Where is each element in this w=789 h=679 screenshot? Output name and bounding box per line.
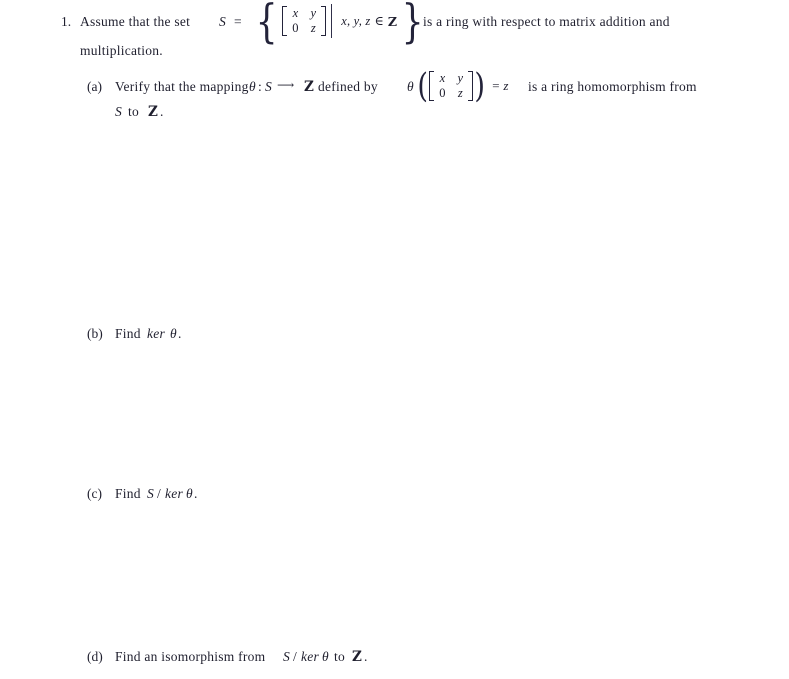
right-square-bracket xyxy=(468,71,474,101)
part-c-quotient-numerator: S xyxy=(147,486,154,501)
left-square-bracket xyxy=(282,6,288,36)
part-c-period: . xyxy=(194,486,198,501)
matrix-entries: x y 0 z xyxy=(435,72,467,99)
part-a-arrow-icon: ⟶ xyxy=(277,78,295,92)
matrix-entry-r2c1: 0 xyxy=(439,85,446,100)
set-builder-separator-bar xyxy=(331,4,333,38)
condition-set-Z: Z xyxy=(387,13,398,29)
part-c-find: Find xyxy=(115,486,141,501)
set-symbol-S: S xyxy=(219,14,226,29)
matrix-entry-r1c1: x xyxy=(439,71,446,86)
part-a-theta: θ xyxy=(249,79,256,94)
part-d-theta: θ xyxy=(322,649,329,664)
part-c-ker: ker xyxy=(165,486,183,501)
problem-stem-text-1: Assume that the set xyxy=(80,14,191,29)
part-c-theta: θ xyxy=(186,486,193,501)
part-c-slash: / xyxy=(157,486,162,501)
part-d-find: Find an isomorphism from xyxy=(115,649,266,664)
problem-stem-text-2: is a ring with respect to matrix additio… xyxy=(423,14,670,29)
equals-sign: = xyxy=(234,14,242,29)
part-a-line2-to: to xyxy=(128,104,140,119)
worksheet-page: 1. Assume that the set S = { x y 0 z x, … xyxy=(0,0,789,679)
part-d-period: . xyxy=(364,649,368,664)
matrix-entry-r1c1: x xyxy=(292,6,299,21)
part-b-label: (b) xyxy=(87,326,103,341)
matrix-entries: x y 0 z xyxy=(288,7,320,34)
part-d-slash: / xyxy=(293,649,298,664)
matrix-S-generator: x y 0 z xyxy=(282,6,327,36)
part-a-text-defined: defined by xyxy=(318,79,378,94)
right-square-bracket xyxy=(321,6,327,36)
problem-stem-text-3: multiplication. xyxy=(80,43,163,58)
part-a-domain: S xyxy=(265,79,272,94)
part-a-codomain-Z: Z xyxy=(304,79,314,95)
part-d-target-Z: Z xyxy=(352,649,362,665)
set-builder-expression: { x y 0 z x, y, z ∈ Z } xyxy=(255,0,424,48)
part-a-line2-S: S xyxy=(115,104,122,119)
part-a-label: (a) xyxy=(87,79,102,94)
problem-number: 1. xyxy=(61,14,72,29)
part-b-theta: θ xyxy=(170,326,177,341)
element-of-icon: ∈ xyxy=(374,14,384,28)
matrix-entry-r2c2: z xyxy=(457,85,463,100)
part-c-label: (c) xyxy=(87,486,102,501)
matrix-entry-r1c2: y xyxy=(310,6,317,21)
part-a-text-before: Verify that the mapping xyxy=(115,79,249,94)
part-d-quotient-numerator: S xyxy=(283,649,290,664)
part-a-map-theta: θ xyxy=(407,79,414,94)
part-b-ker: ker xyxy=(147,326,165,341)
part-d-label: (d) xyxy=(87,649,103,664)
condition-variables: x, y, z xyxy=(341,13,371,28)
part-a-line2-Z: Z xyxy=(148,104,158,120)
part-b-find: Find xyxy=(115,326,141,341)
part-d-to: to xyxy=(334,649,346,664)
part-a-line2-period: . xyxy=(160,104,164,119)
part-a-mapping-expression: ( x y 0 z ) = z xyxy=(417,66,509,106)
left-square-bracket xyxy=(429,71,435,101)
part-a-colon: : xyxy=(258,79,263,94)
matrix-entry-r2c1: 0 xyxy=(292,20,299,35)
part-b-period: . xyxy=(178,326,182,341)
matrix-argument: x y 0 z xyxy=(429,71,474,101)
matrix-entry-r1c2: y xyxy=(457,71,464,86)
matrix-entry-r2c2: z xyxy=(310,20,316,35)
part-a-mapping-result: = z xyxy=(491,78,509,93)
part-d-ker: ker xyxy=(301,649,319,664)
part-a-text-after: is a ring homomorphism from xyxy=(528,79,697,94)
